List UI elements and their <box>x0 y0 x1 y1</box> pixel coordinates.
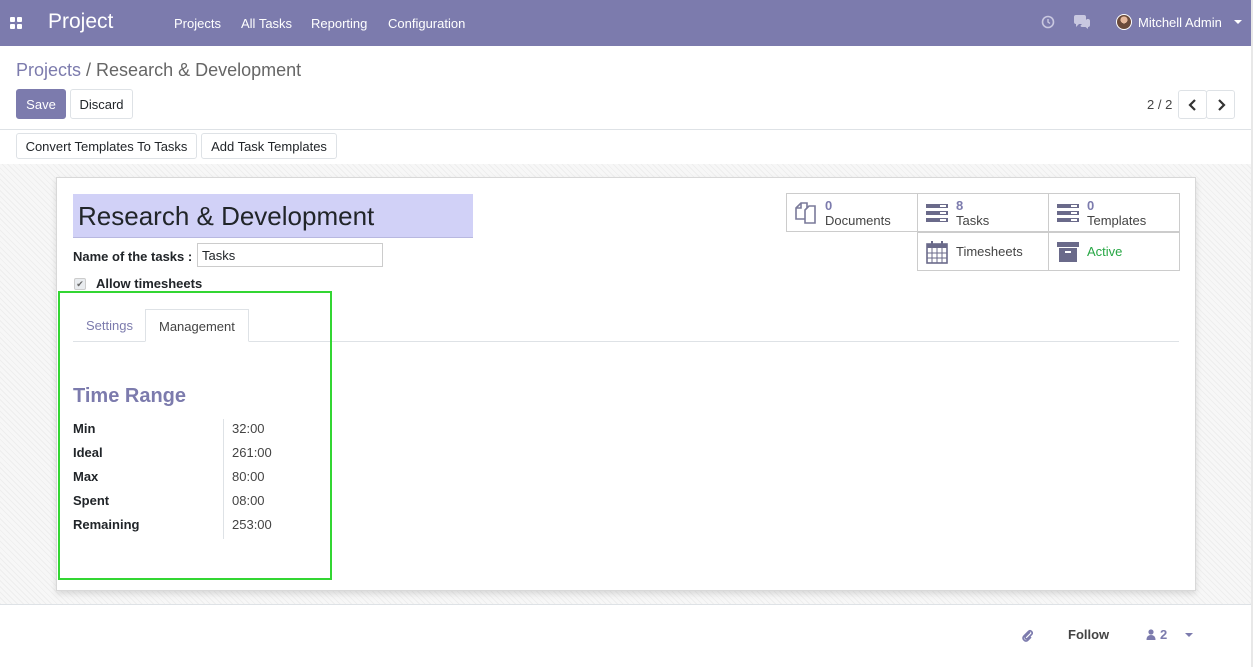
tab-management[interactable]: Management <box>145 309 249 342</box>
clock-icon[interactable] <box>1041 14 1055 33</box>
user-menu[interactable]: Mitchell Admin <box>1116 14 1242 30</box>
archive-icon <box>1055 239 1081 265</box>
tasks-icon <box>924 200 950 226</box>
time-range-value-max: 80:00 <box>232 469 265 484</box>
documents-count: 0 <box>825 197 833 213</box>
app-title: Project <box>48 10 114 33</box>
apps-menu-icon[interactable] <box>10 17 22 29</box>
tasks-smart-button[interactable]: 8 Tasks <box>917 193 1049 232</box>
chat-icon[interactable] <box>1073 14 1091 33</box>
user-name: Mitchell Admin <box>1138 14 1222 30</box>
time-range-value-remaining: 253:00 <box>232 517 272 532</box>
save-button[interactable]: Save <box>16 89 66 119</box>
allow-timesheets-label: Allow timesheets <box>96 276 203 291</box>
allow-timesheets-checkbox[interactable]: ✔ <box>74 278 86 290</box>
timesheets-smart-button[interactable]: Timesheets <box>917 232 1049 271</box>
time-range-label-spent: Spent <box>73 493 110 508</box>
project-name-field[interactable]: Research & Development <box>73 194 473 238</box>
chatter-bar <box>0 604 1251 667</box>
chevron-down-icon <box>1233 20 1242 24</box>
chevron-right-icon <box>1217 98 1226 111</box>
time-range-label-min: Min <box>73 421 96 436</box>
templates-smart-button[interactable]: 0 Templates <box>1048 193 1180 232</box>
time-range-value-ideal: 261:00 <box>232 445 272 460</box>
active-label: Active <box>1087 244 1123 259</box>
pager-value[interactable]: 2 / 2 <box>1147 97 1172 112</box>
time-range-title: Time Range <box>73 385 186 407</box>
chevron-down-icon <box>1185 632 1194 637</box>
task-name-input[interactable]: Tasks <box>197 243 383 267</box>
task-name-label: Name of the tasks : <box>73 249 193 264</box>
time-range-label-remaining: Remaining <box>73 517 140 532</box>
menu-projects[interactable]: Projects <box>174 16 221 31</box>
form-sheet: Research & Development Name of the tasks… <box>56 177 1196 591</box>
templates-label: Templates <box>1087 212 1147 228</box>
calendar-icon <box>924 239 950 265</box>
breadcrumb-projects-link[interactable]: Projects <box>16 60 81 80</box>
breadcrumb-current: Research & Development <box>96 60 302 80</box>
menu-all-tasks[interactable]: All Tasks <box>241 16 292 31</box>
time-range-label-max: Max <box>73 469 99 484</box>
time-range-value-min: 32:00 <box>232 421 265 436</box>
tasks-count: 8 <box>956 197 964 213</box>
avatar <box>1116 14 1132 30</box>
tasks-label: Tasks <box>956 212 990 228</box>
top-navbar: Project Projects All Tasks Reporting Con… <box>0 0 1251 46</box>
time-range-label-ideal: Ideal <box>73 445 103 460</box>
menu-reporting[interactable]: Reporting <box>311 16 367 31</box>
time-range-value-spent: 08:00 <box>232 493 265 508</box>
paperclip-icon[interactable] <box>1021 628 1034 645</box>
pager-previous-button[interactable] <box>1178 90 1207 119</box>
chevron-left-icon <box>1187 98 1196 111</box>
templates-icon <box>1055 200 1081 226</box>
active-toggle-button[interactable]: Active <box>1048 232 1180 271</box>
followers-button[interactable]: 2 <box>1146 627 1194 642</box>
breadcrumb-separator: / <box>86 60 92 80</box>
tab-settings[interactable]: Settings <box>73 309 146 342</box>
documents-icon <box>793 200 819 226</box>
followers-count: 2 <box>1160 627 1168 642</box>
add-task-templates-button[interactable]: Add Task Templates <box>201 133 337 159</box>
field-divider <box>223 419 224 539</box>
user-icon <box>1146 629 1156 640</box>
convert-templates-button[interactable]: Convert Templates To Tasks <box>16 133 197 159</box>
documents-label: Documents <box>825 212 891 228</box>
breadcrumb: Projects / Research & Development <box>16 60 301 81</box>
templates-count: 0 <box>1087 197 1095 213</box>
menu-configuration[interactable]: Configuration <box>388 16 465 31</box>
documents-smart-button[interactable]: 0 Documents <box>786 193 918 232</box>
timesheets-label: Timesheets <box>956 244 1023 259</box>
follow-button[interactable]: Follow <box>1068 627 1109 642</box>
discard-button[interactable]: Discard <box>70 89 133 119</box>
pager-next-button[interactable] <box>1206 90 1235 119</box>
divider <box>0 129 1251 130</box>
